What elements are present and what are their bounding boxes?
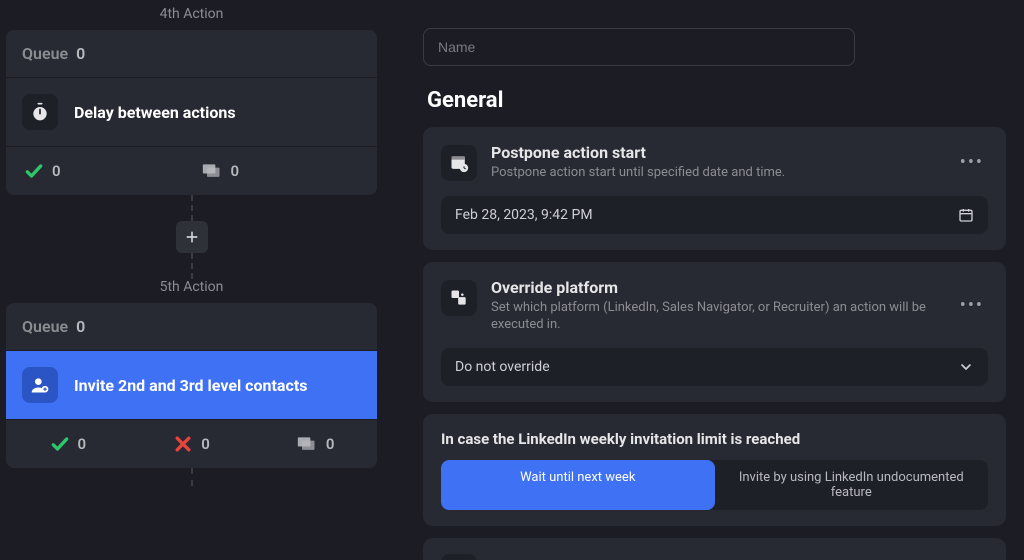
postpone-subtitle: Postpone action start until specified da… bbox=[491, 164, 942, 182]
queue-row: Queue 0 bbox=[6, 30, 377, 78]
plus-icon bbox=[184, 229, 200, 245]
stat-success: 0 bbox=[6, 161, 201, 181]
action-heading-4: 4th Action bbox=[0, 6, 383, 22]
cash-icon bbox=[296, 434, 318, 454]
add-action-button[interactable] bbox=[176, 221, 208, 253]
stat-success: 0 bbox=[6, 434, 130, 454]
stat-cash-value: 0 bbox=[231, 162, 240, 180]
queue-label: Queue bbox=[22, 317, 68, 336]
workflow-column: 4th Action Queue 0 Delay between actions… bbox=[0, 0, 383, 560]
override-subtitle: Set which platform (LinkedIn, Sales Navi… bbox=[491, 299, 942, 334]
action-title: Delay between actions bbox=[74, 103, 236, 122]
check-icon bbox=[24, 161, 44, 181]
postpone-datetime-value: Feb 28, 2023, 9:42 PM bbox=[455, 207, 593, 223]
postpone-title: Postpone action start bbox=[491, 143, 942, 162]
limit-label: In case the LinkedIn weekly invitation l… bbox=[441, 430, 988, 448]
override-more-button[interactable]: ••• bbox=[956, 291, 988, 320]
stat-success-value: 0 bbox=[78, 435, 87, 453]
limit-segmented: Wait until next week Invite by using Lin… bbox=[441, 460, 988, 510]
connector-line bbox=[191, 468, 193, 486]
stat-success-value: 0 bbox=[52, 162, 61, 180]
plugins-row[interactable]: Available optional plug-ins for general … bbox=[423, 538, 1006, 560]
override-panel: Override platform Set which platform (Li… bbox=[423, 262, 1006, 402]
cash-icon bbox=[201, 161, 223, 181]
stats-row: 0 0 0 bbox=[6, 420, 377, 468]
limit-option-undocumented[interactable]: Invite by using LinkedIn undocumented fe… bbox=[715, 460, 989, 510]
postpone-datetime-field[interactable]: Feb 28, 2023, 9:42 PM bbox=[441, 196, 988, 234]
override-title: Override platform bbox=[491, 278, 942, 297]
stat-fail-value: 0 bbox=[201, 435, 210, 453]
stat-fail: 0 bbox=[130, 434, 254, 454]
action-card-5: Queue 0 Invite 2nd and 3rd level contact… bbox=[6, 303, 377, 468]
queue-count: 0 bbox=[76, 317, 85, 336]
limit-option-wait[interactable]: Wait until next week bbox=[441, 460, 715, 510]
postpone-more-button[interactable]: ••• bbox=[956, 148, 988, 177]
user-plus-icon bbox=[22, 367, 58, 403]
queue-label: Queue bbox=[22, 44, 68, 63]
queue-row: Queue 0 bbox=[6, 303, 377, 351]
limit-panel: In case the LinkedIn weekly invitation l… bbox=[423, 414, 1006, 526]
x-icon bbox=[173, 434, 193, 454]
platform-icon bbox=[441, 280, 477, 316]
settings-column: General Postpone action start Postpone a… bbox=[383, 0, 1024, 560]
connector-line bbox=[191, 253, 193, 279]
stat-cash: 0 bbox=[253, 434, 377, 454]
action-heading-5: 5th Action bbox=[0, 279, 383, 295]
action-card-4: Queue 0 Delay between actions 0 0 bbox=[6, 30, 377, 195]
stopwatch-icon bbox=[22, 94, 58, 130]
section-heading-general: General bbox=[427, 88, 1006, 113]
connector-line bbox=[191, 195, 193, 221]
override-select[interactable]: Do not override bbox=[441, 348, 988, 386]
action-title: Invite 2nd and 3rd level contacts bbox=[74, 376, 307, 395]
action-title-row-selected[interactable]: Invite 2nd and 3rd level contacts bbox=[6, 351, 377, 420]
stat-cash-value: 0 bbox=[326, 435, 335, 453]
calendar-icon bbox=[958, 207, 974, 223]
stats-row: 0 0 bbox=[6, 147, 377, 195]
action-title-row[interactable]: Delay between actions bbox=[6, 78, 377, 147]
puzzle-icon bbox=[441, 554, 477, 560]
check-icon bbox=[50, 434, 70, 454]
queue-count: 0 bbox=[76, 44, 85, 63]
stat-cash: 0 bbox=[201, 161, 378, 181]
postpone-panel: Postpone action start Postpone action st… bbox=[423, 127, 1006, 250]
override-select-value: Do not override bbox=[455, 359, 550, 375]
calendar-clock-icon bbox=[441, 145, 477, 181]
chevron-down-icon bbox=[958, 359, 974, 375]
name-input[interactable] bbox=[423, 28, 855, 66]
